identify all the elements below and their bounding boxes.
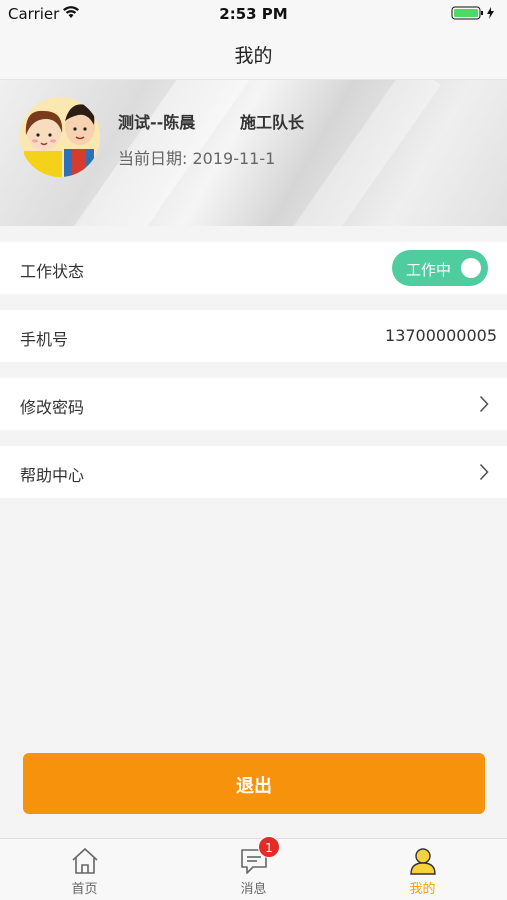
phone-row: 手机号 13700000005	[0, 310, 507, 362]
toggle-knob	[461, 258, 481, 278]
tab-profile-label: 我的	[409, 882, 436, 897]
status-time: 2:53 PM	[219, 5, 288, 23]
home-icon	[72, 847, 98, 874]
header-background-streak	[259, 80, 441, 226]
profile-header: 测试--陈晨 施工队长 当前日期: 2019-11-1	[0, 80, 507, 226]
avatar[interactable]	[20, 97, 100, 177]
work-status-label: 工作状态	[20, 262, 85, 281]
work-status-row: 工作状态 工作中	[0, 242, 507, 294]
cartoon-couple-avatar-icon	[20, 97, 100, 177]
phone-value: 13700000005	[385, 326, 497, 345]
page-title: 我的	[234, 45, 273, 67]
logout-label: 退出	[236, 776, 272, 797]
tab-bar: 首页 消息 1 我的	[0, 836, 507, 900]
chevron-right-icon	[479, 395, 489, 413]
battery-icon	[451, 6, 494, 20]
tab-messages-label: 消息	[240, 882, 267, 897]
work-status-toggle[interactable]: 工作中	[392, 250, 488, 286]
nav-bar: 我的	[0, 28, 507, 80]
status-bar: Carrier 2:53 PM	[0, 0, 507, 28]
logout-button[interactable]: 退出	[23, 753, 485, 814]
help-center-label: 帮助中心	[20, 466, 85, 485]
user-role: 施工队长	[240, 113, 305, 132]
message-badge: 1	[258, 836, 280, 858]
help-center-row[interactable]: 帮助中心	[0, 446, 507, 498]
user-icon	[410, 848, 436, 875]
tab-home-label: 首页	[71, 882, 98, 897]
tab-messages[interactable]: 消息	[169, 839, 338, 900]
tab-profile[interactable]: 我的	[338, 839, 507, 900]
phone-label: 手机号	[20, 330, 69, 349]
toggle-label: 工作中	[406, 261, 452, 279]
current-date: 当前日期: 2019-11-1	[118, 149, 276, 168]
tab-home[interactable]: 首页	[0, 839, 169, 900]
change-password-row[interactable]: 修改密码	[0, 378, 507, 430]
chevron-right-icon	[479, 463, 489, 481]
user-name: 测试--陈晨	[118, 113, 196, 132]
change-password-label: 修改密码	[20, 398, 85, 417]
